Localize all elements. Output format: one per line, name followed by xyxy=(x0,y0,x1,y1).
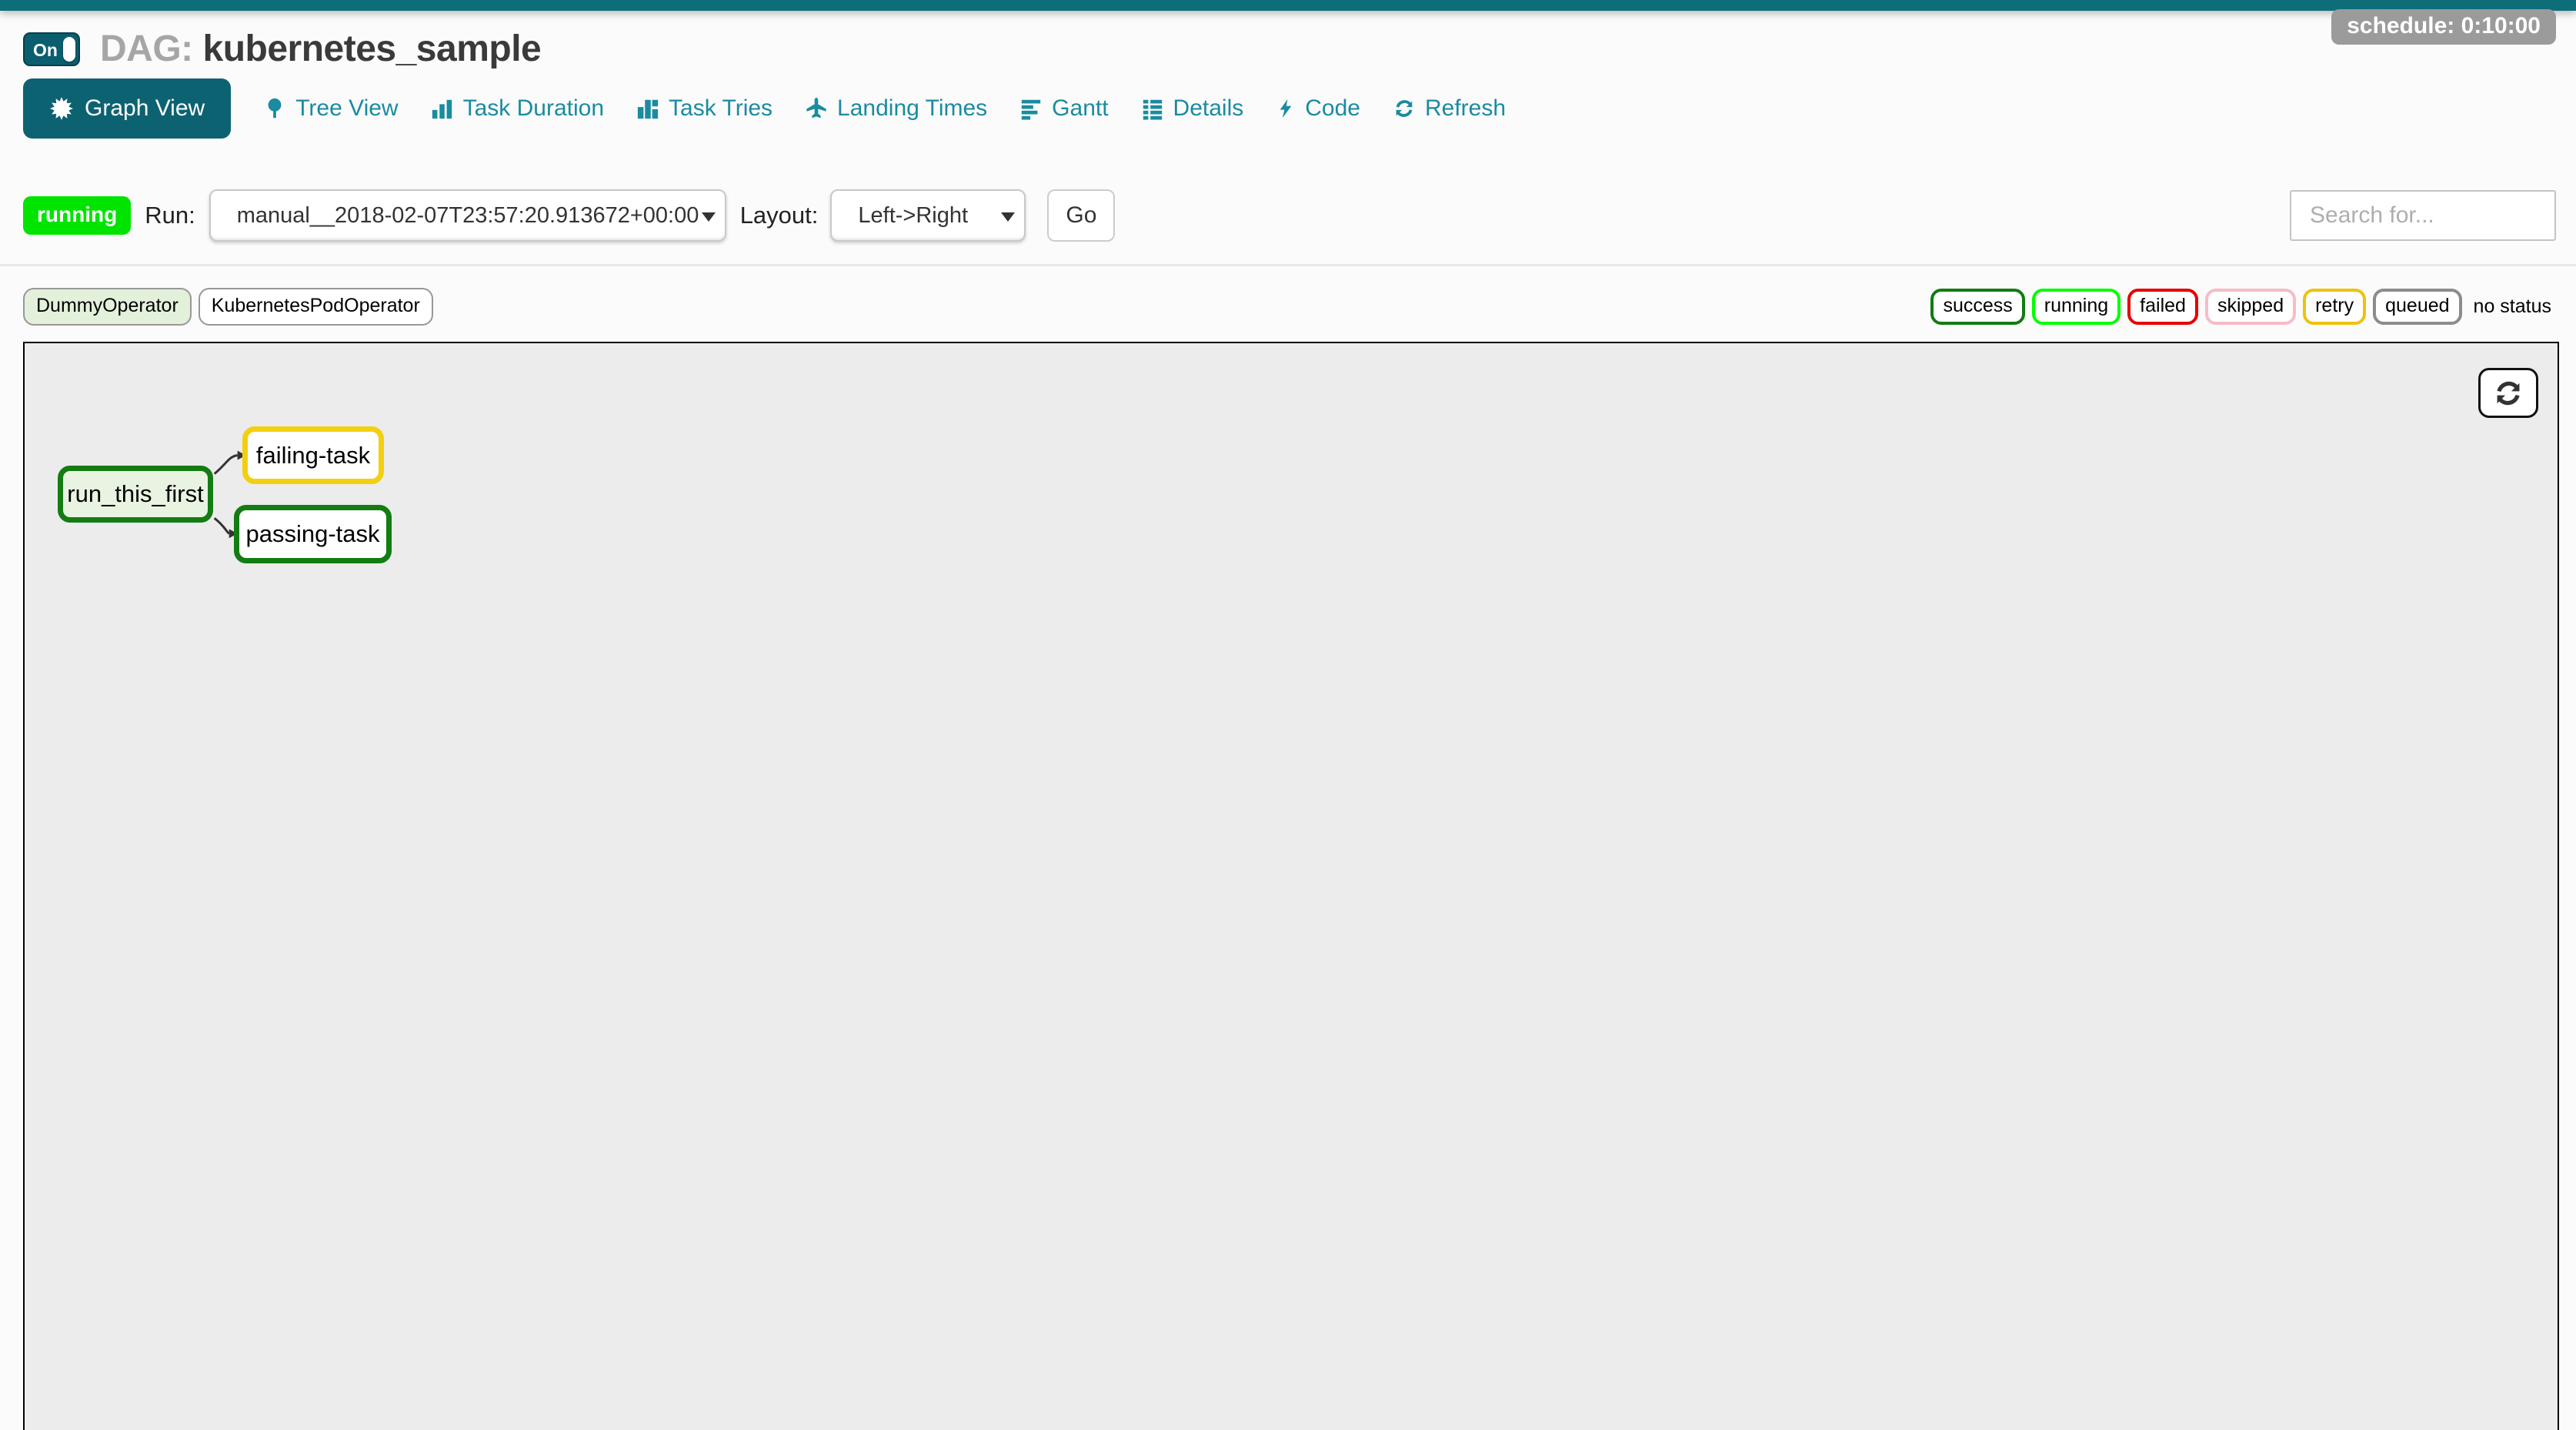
task-node-failing-task[interactable]: failing-task xyxy=(242,426,384,484)
tab-label: Gantt xyxy=(1052,95,1108,122)
graph-canvas[interactable]: run_this_first failing-task passing-task xyxy=(23,342,2559,1430)
run-controls-row: running Run: manual__2018-02-07T23:57:20… xyxy=(23,189,2556,242)
status-legend: success running failed skipped retry que… xyxy=(1930,289,2556,325)
tab-gantt[interactable]: Gantt xyxy=(1019,95,1108,122)
bar-chart-flag-icon xyxy=(636,96,659,121)
th-list-icon xyxy=(1141,96,1164,121)
dag-pause-toggle[interactable]: On xyxy=(23,32,80,66)
layout-select-value: Left->Right xyxy=(832,203,968,229)
toggle-knob xyxy=(63,37,75,62)
status-skipped: skipped xyxy=(2205,289,2296,325)
align-left-icon xyxy=(1019,96,1043,121)
tab-label: Code xyxy=(1305,95,1360,122)
graph-refresh-button[interactable] xyxy=(2478,368,2538,418)
run-status-badge: running xyxy=(23,196,131,235)
plane-icon xyxy=(805,96,828,121)
tab-code[interactable]: Code xyxy=(1276,95,1360,122)
schedule-badge: schedule: 0:10:00 xyxy=(2331,9,2556,45)
status-retry: retry xyxy=(2303,289,2366,325)
go-button[interactable]: Go xyxy=(1047,189,1115,242)
dag-name: kubernetes_sample xyxy=(203,28,542,69)
status-no-status: no status xyxy=(2469,292,2556,321)
run-select-value: manual__2018-02-07T23:57:20.913672+00:00 xyxy=(211,203,699,229)
status-running: running xyxy=(2032,289,2121,325)
dag-prefix: DAG: xyxy=(100,28,193,69)
legend-row: DummyOperator KubernetesPodOperator succ… xyxy=(23,288,2556,326)
tab-graph-view[interactable]: Graph View xyxy=(23,79,231,139)
run-select[interactable]: manual__2018-02-07T23:57:20.913672+00:00 xyxy=(209,189,726,242)
tab-label: Task Duration xyxy=(463,95,604,122)
tab-landing-times[interactable]: Landing Times xyxy=(805,95,987,122)
top-navbar xyxy=(0,0,2576,11)
layout-select[interactable]: Left->Right xyxy=(830,189,1026,242)
task-node-label: run_this_first xyxy=(67,480,203,508)
divider xyxy=(0,264,2576,266)
airflow-dag-graph-page: schedule: 0:10:00 On DAG: kubernetes_sam… xyxy=(0,0,2576,1430)
operator-legend-dummyoperator: DummyOperator xyxy=(23,288,192,326)
tab-task-tries[interactable]: Task Tries xyxy=(636,95,772,122)
toggle-on-label: On xyxy=(33,40,58,61)
search-input[interactable] xyxy=(2290,190,2556,241)
tab-label: Graph View xyxy=(85,95,205,122)
status-queued: queued xyxy=(2373,289,2461,325)
tab-label: Task Tries xyxy=(669,95,772,122)
graph-edges xyxy=(25,343,2558,1430)
page-title: DAG: kubernetes_sample xyxy=(100,28,541,70)
view-tabs: Graph View Tree View Task Duration Task … xyxy=(23,79,1506,139)
task-node-run-this-first[interactable]: run_this_first xyxy=(58,466,213,523)
tab-label: Refresh xyxy=(1425,95,1506,122)
operator-legend-kubernetespodoperator: KubernetesPodOperator xyxy=(199,288,433,326)
tab-tree-view[interactable]: Tree View xyxy=(263,95,398,122)
chevron-down-icon xyxy=(702,212,716,222)
task-node-label: passing-task xyxy=(245,520,379,548)
bar-chart-icon xyxy=(431,96,454,121)
task-node-label: failing-task xyxy=(256,442,370,469)
burst-icon xyxy=(49,96,74,121)
chevron-down-icon xyxy=(1001,212,1015,222)
tab-label: Landing Times xyxy=(837,95,987,122)
tree-icon xyxy=(263,96,286,121)
status-success: success xyxy=(1930,289,2024,325)
task-node-passing-task[interactable]: passing-task xyxy=(234,505,392,563)
refresh-icon xyxy=(1393,96,1416,121)
tab-refresh[interactable]: Refresh xyxy=(1393,95,1506,122)
layout-label: Layout: xyxy=(740,202,819,229)
status-failed: failed xyxy=(2127,289,2198,325)
tab-label: Tree View xyxy=(295,95,398,122)
tab-task-duration[interactable]: Task Duration xyxy=(431,95,604,122)
run-label: Run: xyxy=(145,202,195,229)
refresh-icon xyxy=(2492,377,2524,409)
tab-details[interactable]: Details xyxy=(1141,95,1244,122)
bolt-icon xyxy=(1276,96,1296,121)
title-row: On DAG: kubernetes_sample xyxy=(23,28,541,70)
tab-label: Details xyxy=(1173,95,1244,122)
